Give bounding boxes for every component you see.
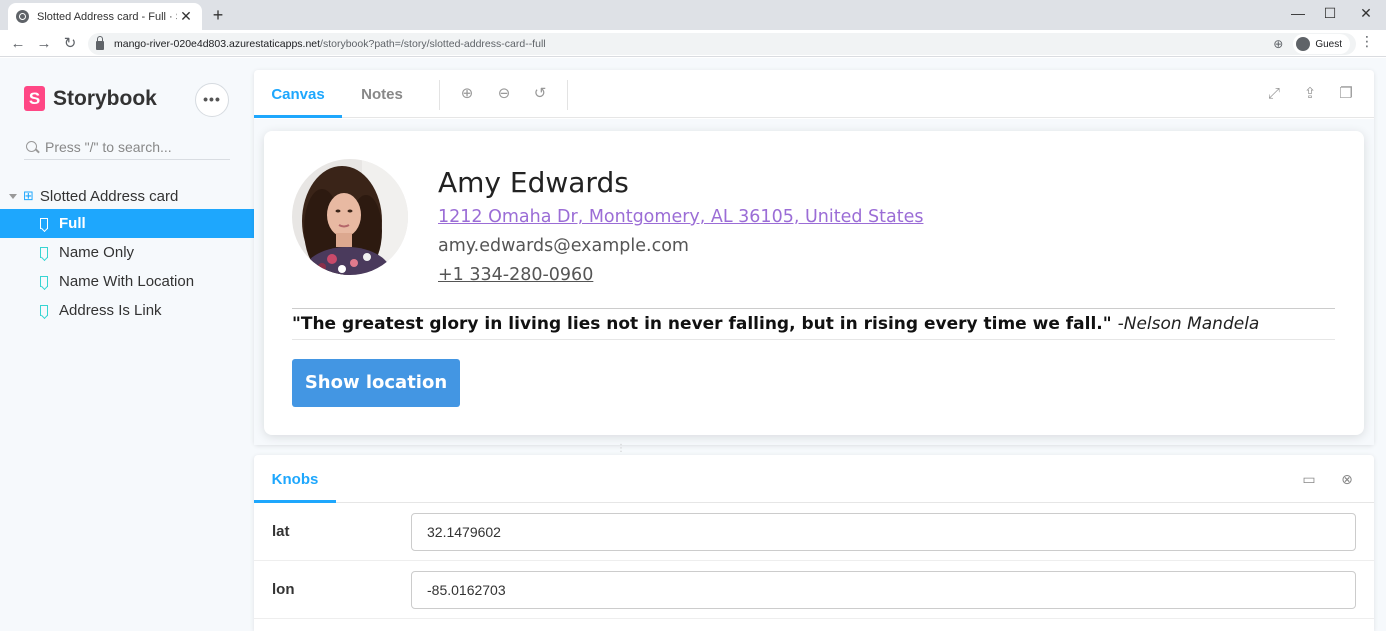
knob-row-lon: lon <box>254 561 1374 619</box>
addon-toolbar: Knobs ▭ ⊗ <box>254 455 1374 503</box>
phone-link[interactable]: +1 334-280-0960 <box>438 265 593 285</box>
profile-button[interactable]: Guest <box>1293 34 1350 54</box>
preview-toolbar: Canvas Notes ⊕ ⊖ ↺ ⤢ ⇪ ❐ <box>254 70 1374 118</box>
minimize-button[interactable]: — <box>1280 0 1316 26</box>
reset-zoom-icon[interactable]: ↺ <box>530 84 550 104</box>
zoom-out-icon[interactable]: ⊖ <box>494 84 514 104</box>
address-link[interactable]: 1212 Omaha Dr, Montgomery, AL 36105, Uni… <box>438 207 923 227</box>
search-input[interactable] <box>45 138 225 155</box>
reload-button[interactable]: ↻ <box>60 34 80 54</box>
avatar <box>292 159 408 275</box>
brand[interactable]: S Storybook <box>24 86 157 111</box>
profile-label: Guest <box>1315 38 1342 50</box>
sidebar: S Storybook ••• ⊞ Slotted Address card F… <box>0 58 254 631</box>
zoom-icon[interactable]: ⊕ <box>1273 37 1283 51</box>
quote-author: -Nelson Mandela <box>1117 314 1260 334</box>
toolbar-divider <box>439 80 440 110</box>
bookmark-icon <box>40 305 48 316</box>
profile-avatar-icon <box>1296 37 1311 51</box>
search-bar <box>24 134 230 160</box>
bookmark-icon <box>40 247 48 258</box>
close-window-button[interactable]: ✕ <box>1348 0 1384 26</box>
lon-input[interactable] <box>411 571 1356 609</box>
search-icon <box>26 141 37 152</box>
sidebar-item-label: Name Only <box>59 244 135 261</box>
close-panel-icon[interactable]: ⊗ <box>1338 470 1356 488</box>
tab-knobs[interactable]: Knobs <box>254 455 336 503</box>
fullscreen-icon[interactable]: ⤢ <box>1264 84 1284 104</box>
knob-row-lat: lat <box>254 503 1374 561</box>
tree-group-slotted-address-card[interactable]: ⊞ Slotted Address card <box>0 184 254 208</box>
bookmark-icon <box>40 276 48 287</box>
close-tab-icon[interactable]: ✕ <box>178 8 194 25</box>
main-panel: Canvas Notes ⊕ ⊖ ↺ ⤢ ⇪ ❐ Amy Edwards 121… <box>254 58 1386 631</box>
browser-menu-icon[interactable]: ⋮ <box>1360 33 1374 50</box>
browser-toolbar: ← → ↻ mango-river-020e4d803.azurestatica… <box>0 30 1386 57</box>
email-text: amy.edwards@example.com <box>438 236 689 256</box>
addon-panel: Knobs ▭ ⊗ lat lon <box>254 455 1374 631</box>
share-icon[interactable]: ⇪ <box>1300 84 1320 104</box>
component-icon: ⊞ <box>23 188 34 203</box>
sidebar-item-label: Name With Location <box>59 273 195 290</box>
avatar-photo <box>292 159 408 275</box>
tab-canvas[interactable]: Canvas <box>254 70 342 118</box>
sidebar-item-full[interactable]: Full <box>0 209 254 238</box>
canvas: Amy Edwards 1212 Omaha Dr, Montgomery, A… <box>254 119 1374 445</box>
lat-input[interactable] <box>411 513 1356 551</box>
zoom-in-icon[interactable]: ⊕ <box>457 84 477 104</box>
back-button[interactable]: ← <box>8 34 28 54</box>
knob-label: lat <box>272 523 290 540</box>
show-location-button[interactable]: Show location <box>292 359 460 407</box>
browser-tabstrip: Slotted Address card - Full · Storybook … <box>0 0 1386 30</box>
toolbar-divider <box>567 80 568 110</box>
tab-notes[interactable]: Notes <box>342 70 422 118</box>
globe-icon <box>16 10 29 23</box>
panel-position-icon[interactable]: ▭ <box>1300 470 1318 488</box>
sidebar-item-name-with-location[interactable]: Name With Location <box>0 267 254 296</box>
tab-title: Slotted Address card - Full · Storybook <box>37 10 177 23</box>
knob-label: lon <box>272 581 295 598</box>
sidebar-item-name-only[interactable]: Name Only <box>0 238 254 267</box>
storybook-logo-icon: S <box>24 86 45 111</box>
tree-group-label: Slotted Address card <box>39 187 179 205</box>
sidebar-item-address-is-link[interactable]: Address Is Link <box>0 296 254 325</box>
browser-tab[interactable]: Slotted Address card - Full · Storybook … <box>8 3 202 30</box>
copy-icon[interactable]: ❐ <box>1336 84 1356 104</box>
preview-frame: Canvas Notes ⊕ ⊖ ↺ ⤢ ⇪ ❐ Amy Edwards 121… <box>254 70 1374 445</box>
new-tab-button[interactable]: + <box>208 5 228 25</box>
address-card: Amy Edwards 1212 Omaha Dr, Montgomery, A… <box>264 131 1364 435</box>
caret-down-icon <box>9 193 17 199</box>
brand-name: Storybook <box>53 86 157 110</box>
address-bar[interactable]: mango-river-020e4d803.azurestaticapps.ne… <box>88 33 1356 55</box>
bookmark-icon <box>40 218 48 229</box>
forward-button[interactable]: → <box>34 34 54 54</box>
person-name: Amy Edwards <box>438 166 629 199</box>
url-text: mango-river-020e4d803.azurestaticapps.ne… <box>114 38 546 50</box>
maximize-button[interactable]: ☐ <box>1312 0 1348 26</box>
sidebar-item-label: Address Is Link <box>59 302 162 319</box>
lock-icon <box>96 36 104 50</box>
quote-box: "The greatest glory in living lies not i… <box>292 308 1335 340</box>
more-options-button[interactable]: ••• <box>195 83 229 117</box>
sidebar-item-label: Full <box>59 215 86 232</box>
quote-text: "The greatest glory in living lies not i… <box>292 314 1112 334</box>
